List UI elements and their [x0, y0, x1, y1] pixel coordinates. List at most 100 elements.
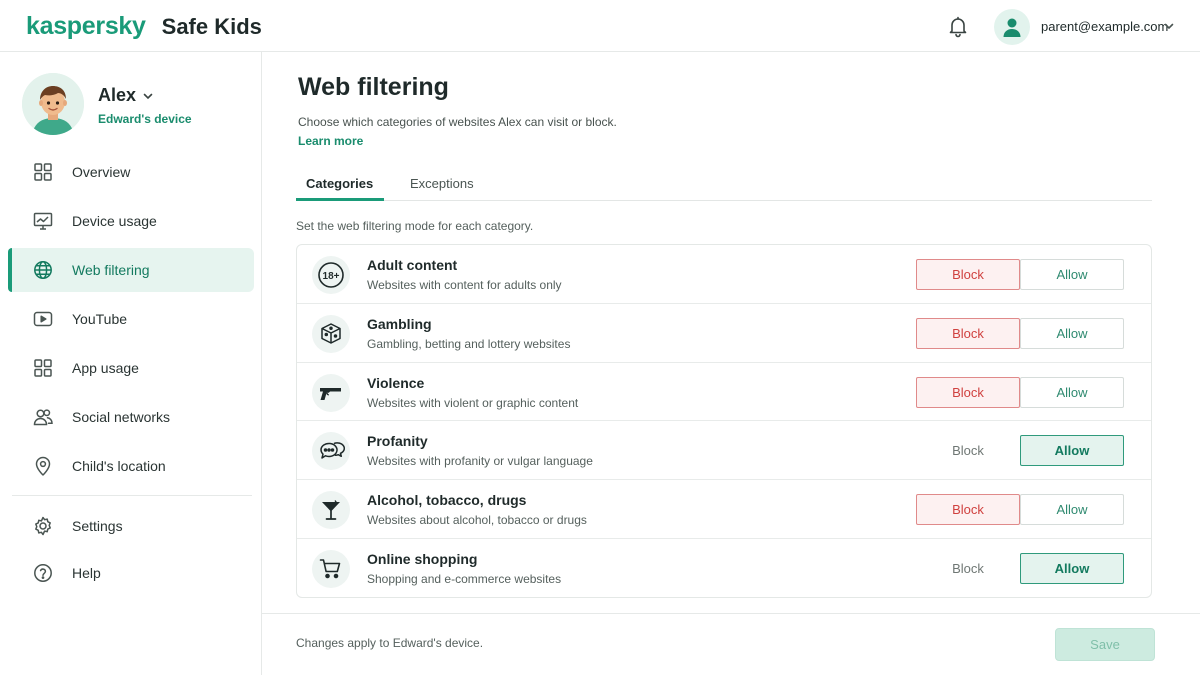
top-bar: kaspersky Safe Kids parent@example.com: [0, 0, 1200, 52]
mode-toggle: Block Allow: [916, 376, 1124, 408]
user-icon: [1003, 18, 1021, 37]
mode-toggle: Block Allow: [916, 494, 1124, 526]
tabs: Categories Exceptions: [296, 168, 1152, 201]
category-title: Adult content: [367, 257, 458, 273]
active-tab-indicator: [296, 198, 384, 201]
mode-toggle: Block Allow: [916, 435, 1124, 467]
footer-note: Changes apply to Edward's device.: [296, 636, 484, 650]
sidebar-item-youtube[interactable]: YouTube: [8, 297, 254, 341]
block-button[interactable]: Block: [916, 376, 1020, 408]
pistol-icon: [312, 373, 350, 412]
sidebar: Alex Edward's device Overview Device usa…: [0, 52, 262, 675]
mode-toggle: Block Allow: [916, 317, 1124, 349]
svg-text:18+: 18+: [323, 271, 340, 282]
apps-icon: [32, 357, 54, 379]
sidebar-item-childs-location[interactable]: Child's location: [8, 444, 254, 488]
sidebar-item-label: Overview: [72, 164, 131, 180]
page-title: Web filtering: [298, 73, 449, 101]
allow-button[interactable]: Allow: [1020, 494, 1124, 526]
tab-exceptions[interactable]: Exceptions: [410, 176, 474, 191]
monitor-icon: [32, 210, 54, 232]
block-button[interactable]: Block: [916, 553, 1020, 584]
sidebar-item-label: Settings: [72, 518, 123, 534]
cocktail-glass-icon: [312, 491, 350, 530]
mode-hint: Set the web filtering mode for each cate…: [296, 219, 534, 233]
category-title: Gambling: [367, 315, 432, 332]
category-title: Profanity: [367, 433, 428, 450]
child-profile[interactable]: Alex Edward's device: [22, 73, 252, 137]
category-description: Websites with content for adults only: [367, 278, 562, 292]
category-row: Online shopping Shopping and e-commerce …: [297, 539, 1151, 597]
brand-logo[interactable]: kaspersky: [26, 12, 146, 41]
category-title: Violence: [367, 374, 425, 391]
allow-button[interactable]: Allow: [1020, 376, 1124, 408]
block-button[interactable]: Block: [916, 435, 1020, 466]
nav-divider: [12, 495, 252, 496]
category-row: Gambling Gambling, betting and lottery w…: [297, 304, 1151, 363]
chevron-down-icon[interactable]: [1163, 20, 1175, 32]
category-row: Alcohol, tobacco, drugs Websites about a…: [297, 480, 1151, 539]
child-avatar: [22, 73, 84, 135]
category-row: Profanity Websites with profanity or vul…: [297, 421, 1151, 481]
globe-icon: [32, 259, 54, 281]
category-description: Websites with profanity or vulgar langua…: [367, 454, 593, 469]
category-list: 18+ Adult content Websites with content …: [296, 244, 1152, 598]
sidebar-item-label: YouTube: [72, 311, 128, 327]
brand: kaspersky Safe Kids: [26, 12, 262, 41]
bell-icon[interactable]: [946, 14, 970, 38]
category-title: Online shopping: [367, 550, 478, 567]
footer: Changes apply to Edward's device. Save: [262, 613, 1200, 675]
learn-more-link[interactable]: Learn more: [298, 134, 363, 148]
allow-button[interactable]: Allow: [1020, 317, 1124, 349]
allow-button[interactable]: Allow: [1020, 552, 1124, 584]
speech-bubbles-icon: [312, 432, 350, 471]
sidebar-item-social-networks[interactable]: Social networks: [8, 395, 254, 439]
sidebar-nav: Overview Device usage Web filtering YouT…: [8, 150, 254, 493]
category-row: 18+ Adult content Websites with content …: [297, 245, 1151, 304]
user-email[interactable]: parent@example.com: [1041, 19, 1168, 34]
save-button[interactable]: Save: [1055, 628, 1155, 661]
block-button[interactable]: Block: [916, 317, 1020, 349]
category-row: Violence Websites with violent or graphi…: [297, 363, 1151, 422]
mode-toggle: Block Allow: [916, 259, 1124, 290]
grid-icon: [32, 161, 54, 183]
sidebar-item-label: Child's location: [72, 458, 166, 474]
main-content: Web filtering Choose which categories of…: [262, 52, 1200, 675]
block-button[interactable]: Block: [916, 494, 1020, 526]
sidebar-item-label: App usage: [72, 360, 139, 376]
child-device: Edward's device: [98, 112, 192, 126]
category-description: Gambling, betting and lottery websites: [367, 336, 571, 351]
child-name: Alex: [98, 85, 137, 105]
dice-icon: [312, 314, 350, 353]
sidebar-item-device-usage[interactable]: Device usage: [8, 199, 254, 243]
18-plus-icon: 18+: [312, 256, 350, 294]
product-name: Safe Kids: [161, 14, 262, 39]
sidebar-nav-bottom: Settings Help: [8, 504, 254, 598]
sidebar-item-app-usage[interactable]: App usage: [8, 346, 254, 390]
sidebar-item-overview[interactable]: Overview: [8, 150, 254, 194]
sidebar-item-label: Social networks: [72, 409, 171, 425]
mode-toggle: Block Allow: [916, 552, 1124, 584]
sidebar-item-help[interactable]: Help: [8, 551, 254, 595]
sidebar-item-settings[interactable]: Settings: [8, 504, 254, 548]
category-description: Websites with violent or graphic content: [367, 395, 579, 410]
user-avatar[interactable]: [994, 9, 1030, 45]
sidebar-item-label: Device usage: [72, 213, 157, 229]
tab-categories[interactable]: Categories: [306, 176, 373, 191]
category-description: Shopping and e-commerce websites: [367, 571, 562, 586]
play-icon: [32, 308, 54, 330]
allow-button[interactable]: Allow: [1020, 435, 1124, 467]
block-button[interactable]: Block: [916, 259, 1020, 290]
category-title: Alcohol, tobacco, drugs: [367, 492, 527, 509]
gear-icon: [32, 515, 54, 537]
people-icon: [32, 406, 54, 428]
sidebar-item-web-filtering[interactable]: Web filtering: [8, 248, 254, 292]
help-icon: [32, 562, 54, 584]
allow-button[interactable]: Allow: [1020, 259, 1124, 290]
sidebar-item-label: Help: [72, 565, 101, 581]
category-description: Websites about alcohol, tobacco or drugs: [367, 513, 587, 528]
sidebar-item-label: Web filtering: [72, 262, 150, 278]
shopping-cart-icon: [312, 549, 350, 588]
page-description: Choose which categories of websites Alex…: [298, 115, 617, 129]
chevron-down-icon[interactable]: [142, 90, 154, 102]
